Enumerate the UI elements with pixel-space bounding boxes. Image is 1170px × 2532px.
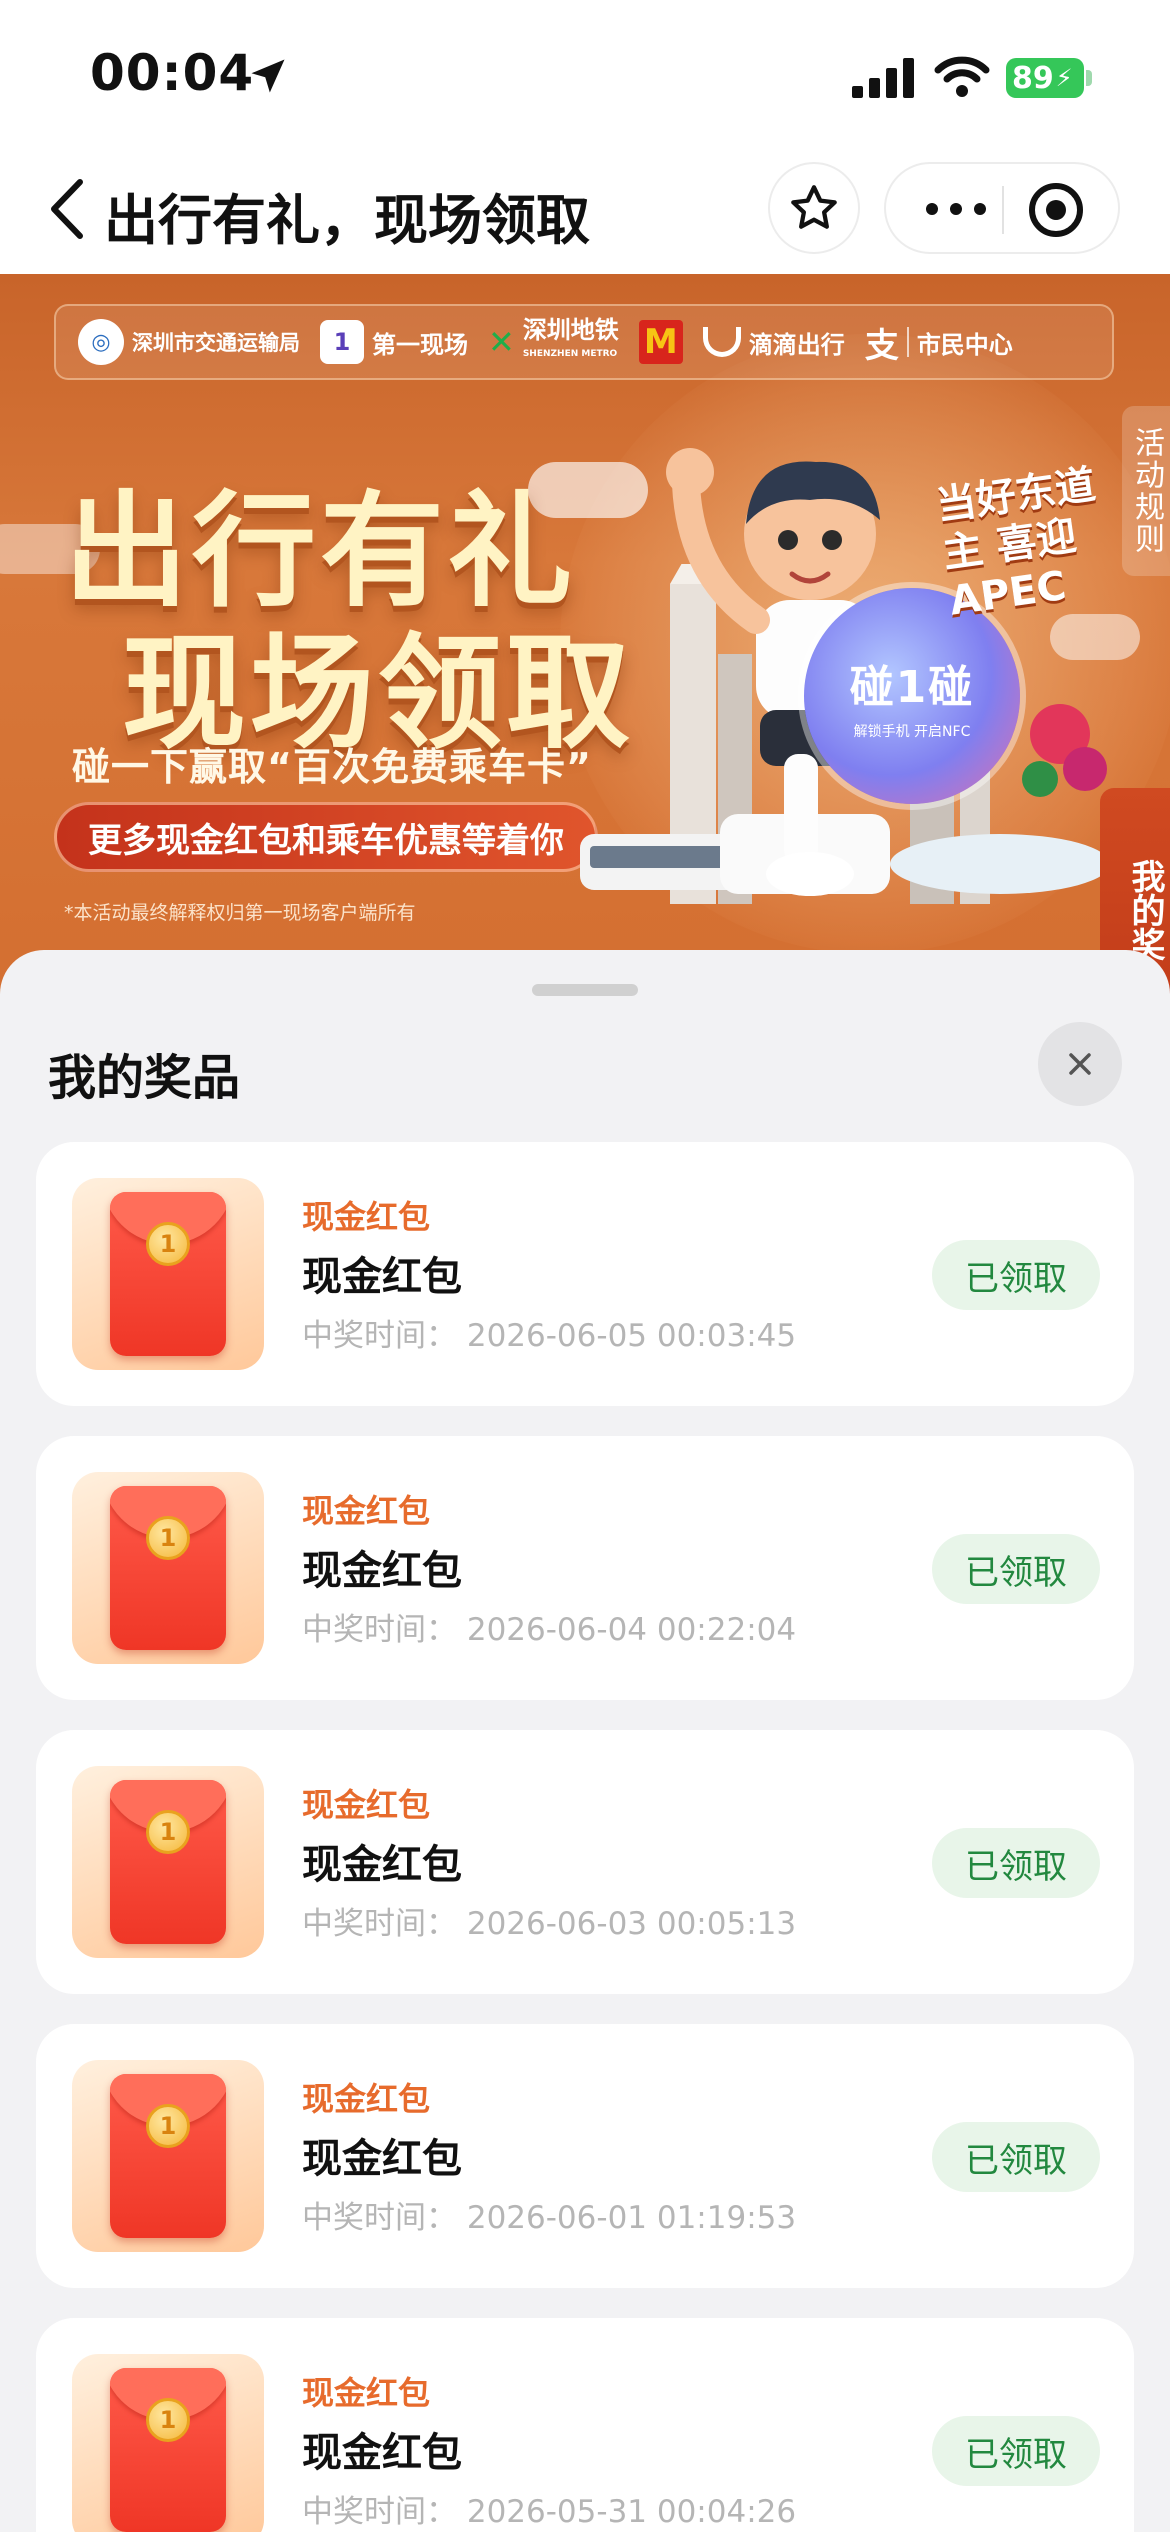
logo-shenzhen-metro: ✕ 深圳地铁 SHENZHEN METRO [488,316,619,361]
prize-thumbnail: 1 [72,2354,264,2532]
signal-icon [852,58,914,98]
campaign-banner: ◎ 深圳市交通运输局 1 第一现场 ✕ 深圳地铁 SHENZHEN METRO M 滴滴… [0,274,1170,994]
red-envelope-icon: 1 [110,1780,226,1944]
logo-didi: 滴滴出行 [702,325,845,360]
prize-tag: 现金红包 [302,2080,431,2118]
prize-card[interactable]: 1 现金红包 现金红包 中奖时间： 2026-06-04 00:22:04 已领… [36,1436,1134,1700]
status-time: 00:04 [90,44,255,102]
nfc-subtitle: 解锁手机 开启NFC [853,724,971,740]
logo-divider [906,327,909,357]
prize-name: 现金红包 [302,2430,462,2476]
favorite-button[interactable] [768,162,860,254]
prize-thumbnail: 1 [72,1178,264,1370]
prize-name: 现金红包 [302,2136,462,2182]
activity-rules-tab[interactable]: 活动规则 [1122,406,1170,576]
status-badge[interactable]: 已领取 [932,2122,1100,2192]
banner-subtitle: 碰一下赢取“百次免费乘车卡” [72,745,592,789]
prize-time: 中奖时间： 2026-06-01 01:19:53 [302,2200,797,2236]
prize-name: 现金红包 [302,1842,462,1888]
red-envelope-icon: 1 [110,2074,226,2238]
red-envelope-icon: 1 [110,1192,226,1356]
nav-bar: 出行有礼，现场领取 [0,150,1170,274]
capsule-divider [1002,186,1004,234]
sheet-title: 我的奖品 [48,1050,241,1106]
prize-tag: 现金红包 [302,1492,431,1530]
status-badge[interactable]: 已领取 [932,1240,1100,1310]
alipay-logo-icon: 支 [864,325,899,366]
prize-time: 中奖时间： 2026-06-05 00:03:45 [302,1318,797,1354]
wifi-icon [934,56,990,97]
prize-tag: 现金红包 [302,1198,431,1236]
red-envelope-icon: 1 [110,2368,226,2532]
sheet-drag-handle[interactable] [532,984,638,996]
prize-card[interactable]: 1 现金红包 现金红包 中奖时间： 2026-05-31 00:04:26 已领… [36,2318,1134,2532]
battery-level: 89 [1012,60,1054,96]
prize-thumbnail: 1 [72,1472,264,1664]
close-button[interactable] [1038,1022,1122,1106]
status-badge[interactable]: 已领取 [932,1534,1100,1604]
status-bar: 00:04 89 ⚡ [0,0,1170,150]
logo-alipay-citizen: 支市民中心 [865,318,1013,367]
location-arrow-icon [251,59,285,93]
prize-tag: 现金红包 [302,2374,431,2412]
more-dots-icon[interactable] [916,186,996,232]
banner-promo-pill: 更多现金红包和乘车优惠等着你 [54,802,598,872]
prize-tag: 现金红包 [302,1786,431,1824]
star-icon [791,185,837,229]
didi-logo-icon [702,327,741,357]
prize-thumbnail: 1 [72,2060,264,2252]
battery-icon: 89 ⚡ [1006,58,1084,98]
close-icon [1069,1053,1091,1075]
prize-name: 现金红包 [302,1254,462,1300]
status-badge[interactable]: 已领取 [932,2416,1100,2486]
prize-time: 中奖时间： 2026-06-03 00:05:13 [302,1906,797,1942]
diyixianchang-logo-icon: 1 [320,320,364,364]
prize-list: 1 现金红包 现金红包 中奖时间： 2026-06-05 00:03:45 已领… [36,1142,1134,2532]
mini-program-capsule [884,162,1120,254]
prize-name: 现金红包 [302,1548,462,1594]
page-title: 出行有礼，现场领取 [104,189,590,252]
status-badge[interactable]: 已领取 [932,1828,1100,1898]
logo-diyixianchang: 1 第一现场 [320,320,468,364]
red-envelope-icon: 1 [110,1486,226,1650]
prize-thumbnail: 1 [72,1766,264,1958]
prize-card[interactable]: 1 现金红包 现金红包 中奖时间： 2026-06-05 00:03:45 已领… [36,1142,1134,1406]
target-close-icon[interactable] [1024,178,1088,242]
back-chevron-icon[interactable] [44,174,94,244]
partner-logo-bar: ◎ 深圳市交通运输局 1 第一现场 ✕ 深圳地铁 SHENZHEN METRO M 滴滴… [54,304,1114,380]
prize-card[interactable]: 1 现金红包 现金红包 中奖时间： 2026-06-03 00:05:13 已领… [36,1730,1134,1994]
logo-transport-bureau: ◎ 深圳市交通运输局 [78,319,300,365]
nfc-title: 碰1碰 [849,662,975,713]
metro-logo-icon: ✕ [488,323,515,361]
mcdonalds-logo-icon: M [638,320,683,364]
prize-time: 中奖时间： 2026-06-04 00:22:04 [302,1612,797,1648]
battery-cap [1086,70,1092,86]
prize-time: 中奖时间： 2026-05-31 00:04:26 [302,2494,797,2530]
my-prizes-sheet: 我的奖品 1 现金红包 现金红包 中奖时间： 2026-06-05 00:03:… [0,950,1170,2532]
transport-logo-icon: ◎ [78,319,124,365]
prize-card[interactable]: 1 现金红包 现金红包 中奖时间： 2026-06-01 01:19:53 已领… [36,2024,1134,2288]
banner-disclaimer: *本活动最终解释权归第一现场客户端所有 [64,902,416,924]
